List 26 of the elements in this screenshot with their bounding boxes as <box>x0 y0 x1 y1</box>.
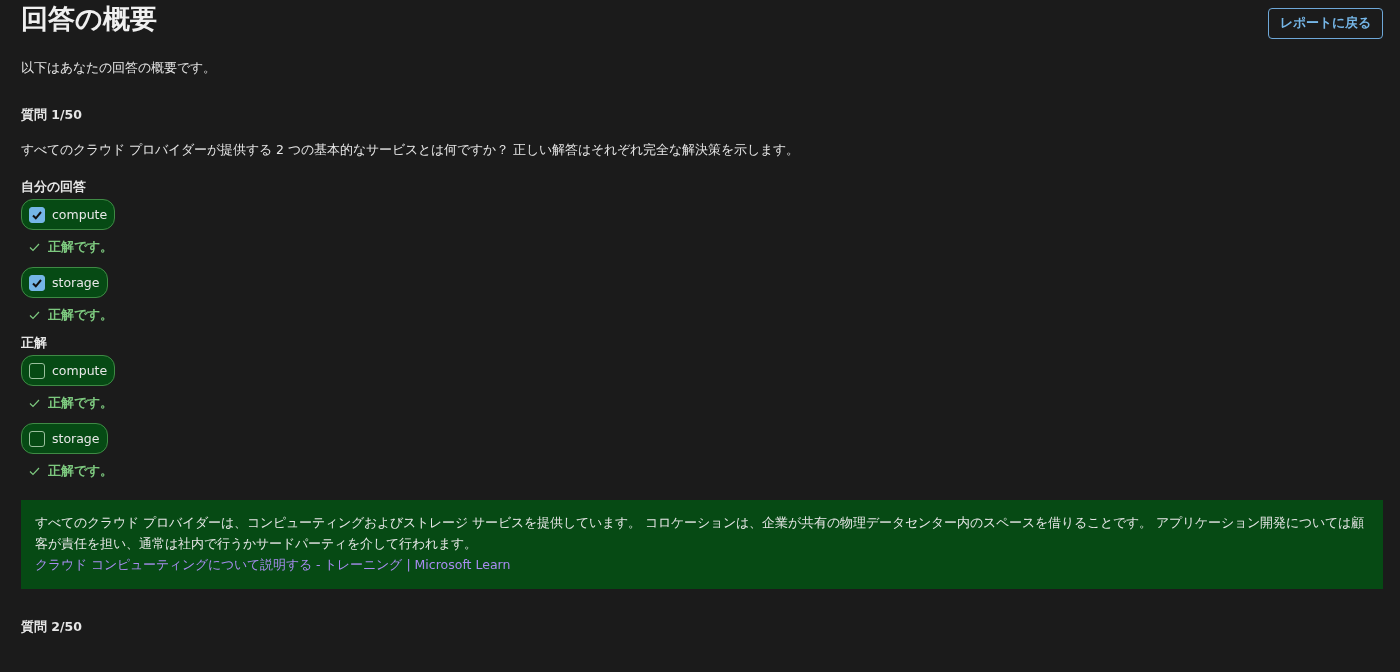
explanation-text: すべてのクラウド プロバイダーは、コンピューティングおよびストレージ サービスを提供しています。 コロケーションは、企業が共有の物理データセンター内のスペースを借りることです。 アプリケーション開発については顧客が責任を担い、通常は社内で行うかサードパーティを介して行われます。 <box>35 514 1365 553</box>
feedback-text: 正解です。 <box>48 306 113 324</box>
check-icon <box>29 398 40 408</box>
check-icon <box>29 466 40 476</box>
section-heading: 自分の回答 <box>21 178 87 196</box>
option-label: storage <box>52 431 100 446</box>
back-to-report-button[interactable]: レポートに戻る <box>1268 8 1383 39</box>
intro-text: 以下はあなたの回答の概要です。 <box>21 59 217 77</box>
section-heading: 正解 <box>21 334 48 352</box>
page-title: 回答の概要 <box>21 2 157 36</box>
check-icon <box>29 310 40 320</box>
checkbox[interactable] <box>29 362 45 379</box>
checkbox[interactable] <box>29 274 45 291</box>
check-icon <box>29 242 40 252</box>
feedback-text: 正解です。 <box>48 462 113 480</box>
option-label: storage <box>52 275 100 290</box>
question-label: 質問 1/50 <box>21 106 83 124</box>
question-text: すべてのクラウド プロバイダーが提供する 2 つの基本的なサービスとは何ですか？ 正しい解答はそれぞれ完全な解決策を示します。 <box>21 141 800 159</box>
checkbox[interactable] <box>29 430 45 447</box>
option-label: compute <box>52 363 108 378</box>
feedback-text: 正解です。 <box>48 394 113 412</box>
training-link[interactable]: クラウド コンピューティングについて説明する - トレーニング | Microsoft Learn <box>35 557 511 572</box>
question-label: 質問 2/50 <box>21 618 83 636</box>
option-label: compute <box>52 207 108 222</box>
feedback-text: 正解です。 <box>48 238 113 256</box>
checkbox[interactable] <box>29 206 45 223</box>
